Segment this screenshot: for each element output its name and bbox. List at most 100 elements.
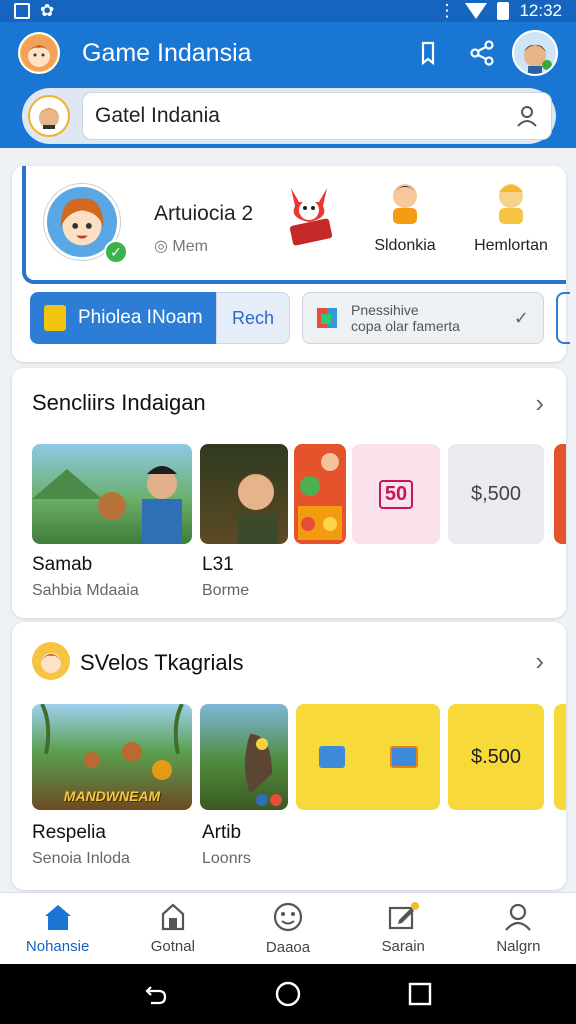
check-icon: ✓ — [513, 307, 529, 328]
discount-badge: 50 — [378, 479, 414, 509]
price-tile[interactable]: $.500 — [448, 704, 544, 810]
primary-chip-label: Phiolea INoam — [78, 307, 203, 328]
game-tile[interactable] — [294, 444, 346, 544]
price-label: $,500 — [470, 482, 522, 505]
tile-subtitle: Borme — [202, 582, 250, 599]
mini-characters-icon — [298, 453, 342, 540]
promo-line-2: copa olar famerta — [351, 318, 460, 334]
verified-badge-icon: ✓ — [104, 240, 128, 264]
hero-portrait-icon — [236, 474, 278, 544]
next-chip-peek[interactable] — [556, 292, 570, 344]
battery-icon — [497, 2, 510, 20]
friend-label: Sldonkia — [374, 237, 436, 254]
chef-character-icon — [499, 184, 523, 224]
app-bar: Game Indansia — [0, 22, 576, 84]
tile-subtitle: Loonrs — [202, 850, 251, 867]
game-tile[interactable] — [32, 444, 192, 544]
app-title: Game Indansia — [82, 38, 252, 67]
section-trending: SVelos Tkagrials › MANDWNEAM Respelia Se… — [12, 622, 566, 890]
warrior-face-icon — [38, 108, 60, 129]
creature-art-icon — [245, 734, 282, 806]
search-input[interactable]: Gatel Indania — [82, 92, 552, 140]
edit-icon — [389, 902, 420, 930]
primary-chip-button[interactable]: Phiolea INoam — [30, 292, 216, 344]
nav-label: Gotnal — [150, 938, 195, 955]
boy-character-icon — [393, 184, 417, 224]
bookmark-icon — [421, 41, 435, 66]
nav-label: Sarain — [381, 938, 425, 955]
recents-icon[interactable] — [405, 979, 435, 1009]
status-bar: ✿ ⋮ 12:32 — [0, 0, 576, 22]
share-button[interactable] — [460, 31, 504, 75]
section-title: SVelos Tkagrials — [80, 650, 244, 675]
chevron-right-icon[interactable]: › — [535, 646, 544, 677]
nav-label: Nalgrn — [496, 938, 541, 955]
nav-item-home[interactable]: Nohansie — [0, 893, 115, 964]
system-navigation — [0, 964, 576, 1024]
promo-chip[interactable]: Pnessihive copa olar famerta ✓ — [302, 292, 544, 344]
game-tile[interactable] — [200, 704, 288, 810]
home-circle-icon[interactable] — [273, 979, 303, 1009]
tile-title: Respelia — [32, 822, 106, 843]
tile-subtitle: Senoia Inloda — [32, 850, 130, 867]
section-avatar — [32, 642, 70, 680]
next-tile-peek[interactable] — [554, 444, 566, 544]
person-icon — [505, 903, 532, 931]
back-icon[interactable] — [141, 979, 171, 1009]
app-logo-avatar[interactable] — [18, 32, 60, 74]
signal-icon — [465, 3, 488, 19]
secondary-chip-button[interactable]: Rech — [216, 292, 290, 344]
profile-card: ✓ Artuiocia 2 ◎ Mem Sldonkia Hemlortan P… — [12, 166, 570, 362]
app-notification-icon: ✿ — [40, 1, 55, 20]
nav-item-store[interactable]: Gotnal — [115, 893, 230, 964]
profile-header[interactable]: ✓ Artuiocia 2 ◎ Mem Sldonkia Hemlortan — [22, 166, 566, 284]
status-notifications: ✿ — [14, 1, 54, 21]
nav-item-profile[interactable]: Nalgrn — [461, 893, 576, 964]
bookmark-button[interactable] — [408, 31, 452, 75]
adventure-art-icon — [32, 466, 182, 544]
promo-tile[interactable] — [296, 704, 440, 810]
friend-item[interactable]: Hemlortan — [466, 178, 556, 255]
profile-name: Artuiocia 2 — [154, 202, 254, 225]
girl-face-icon — [40, 653, 62, 673]
share-icon — [470, 40, 494, 66]
image-notification-icon — [14, 3, 30, 19]
profile-status: ◎ Mem — [154, 236, 208, 256]
promo-line-1: Pnessihive — [351, 302, 419, 318]
colorful-book-icon — [317, 308, 337, 328]
section-featured: Sencliirs Indaigan › Samab Sahbia Mdaaia… — [12, 368, 566, 618]
vibrate-icon: ⋮ — [438, 1, 456, 20]
user-avatar[interactable] — [512, 30, 558, 76]
trophy-icon — [44, 305, 66, 331]
status-time: 12:32 — [519, 1, 562, 20]
discount-tile[interactable]: 50 — [352, 444, 440, 544]
search-container: Gatel Indania — [22, 88, 556, 144]
price-label: $.500 — [470, 745, 522, 768]
tile-subtitle: Sahbia Mdaaia — [32, 582, 139, 599]
status-dot-icon: ◎ — [154, 238, 173, 255]
game-tile[interactable]: MANDWNEAM — [32, 704, 192, 810]
next-tile-peek[interactable] — [554, 704, 566, 810]
nav-item-edit[interactable]: Sarain — [346, 893, 461, 964]
price-tile[interactable]: $,500 — [448, 444, 544, 544]
nav-item-social[interactable]: Daaoa — [230, 893, 345, 964]
store-icon — [161, 903, 184, 931]
friend-label: Hemlortan — [474, 237, 548, 254]
calendar-icon — [318, 746, 345, 768]
game-tile[interactable] — [200, 444, 288, 544]
card-icon — [389, 746, 418, 768]
promo-text: Pnessihive copa olar famerta — [351, 302, 514, 334]
search-avatar[interactable] — [28, 95, 70, 137]
nav-label: Nohansie — [25, 938, 90, 955]
secondary-chip-label: Rech — [231, 307, 275, 328]
bottom-navigation: Nohansie Gotnal Daaoa Sarain Nalgrn — [0, 892, 576, 964]
tile-title: L31 — [202, 554, 234, 575]
nav-label: Daaoa — [265, 939, 311, 956]
search-input-value: Gatel Indania — [95, 104, 220, 127]
chevron-right-icon[interactable]: › — [535, 388, 544, 419]
smiley-icon — [273, 902, 303, 932]
friend-item[interactable] — [264, 178, 354, 259]
friend-item[interactable]: Sldonkia — [360, 178, 450, 255]
profile-status-text: Mem — [172, 238, 208, 255]
person-search-icon[interactable] — [515, 104, 539, 128]
